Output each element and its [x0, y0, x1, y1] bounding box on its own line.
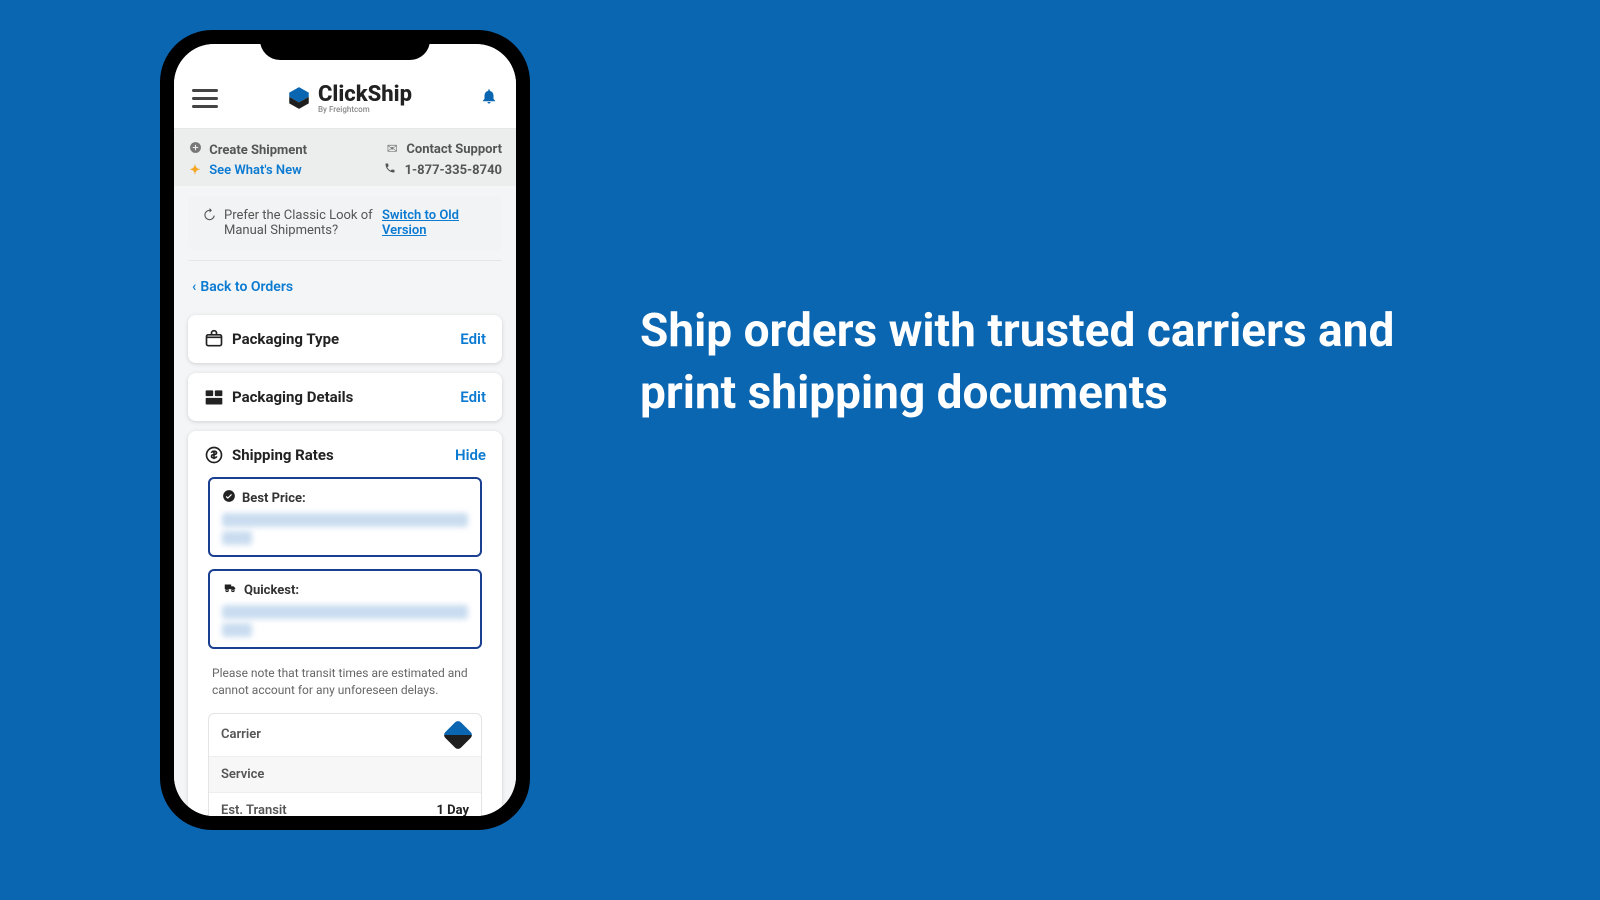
table-row: Carrier	[209, 714, 481, 757]
support-phone-number: 1-877-335-8740	[405, 163, 502, 178]
envelope-icon: ✉	[385, 142, 399, 157]
phone-frame: ClickShip By Freightcom	[160, 30, 530, 830]
check-badge-icon	[222, 489, 236, 507]
table-row: Est. Transit 1 Day	[209, 793, 481, 816]
packaging-type-title: Packaging Type	[232, 330, 339, 348]
app-header: ClickShip By Freightcom	[174, 44, 516, 129]
history-icon	[202, 208, 216, 226]
hero-headline: Ship orders with trusted carriers and pr…	[640, 300, 1400, 424]
classic-look-banner: Prefer the Classic Look of Manual Shipme…	[188, 196, 502, 250]
back-to-orders-link[interactable]: ‹ Back to Orders	[174, 265, 516, 305]
quickest-option[interactable]: Quickest:	[208, 569, 482, 649]
brand-name: ClickShip	[318, 82, 412, 107]
menu-icon[interactable]	[192, 89, 218, 108]
rate-details-table: Carrier Service Est. Transit 1 Day T	[208, 713, 482, 816]
transit-note: Please note that transit times are estim…	[204, 661, 486, 707]
service-label: Service	[221, 767, 264, 782]
chevron-left-icon: ‹	[192, 279, 196, 295]
transit-label: Est. Transit	[221, 803, 287, 816]
redacted-text	[222, 513, 468, 527]
boxes-icon	[204, 387, 224, 407]
redacted-text	[222, 605, 468, 619]
bell-icon[interactable]	[480, 86, 498, 110]
packaging-details-card: Packaging Details Edit	[188, 373, 502, 421]
redacted-text	[222, 531, 252, 545]
transit-value: 1 Day	[436, 803, 469, 816]
quickest-label: Quickest:	[244, 583, 299, 598]
packaging-details-title: Packaging Details	[232, 388, 353, 406]
best-price-option[interactable]: Best Price:	[208, 477, 482, 557]
packaging-details-edit[interactable]: Edit	[460, 388, 486, 406]
whats-new-label: See What's New	[209, 163, 301, 178]
packaging-type-edit[interactable]: Edit	[460, 330, 486, 348]
table-row: Service	[209, 757, 481, 793]
sparkle-icon: ✦	[188, 163, 202, 178]
redacted-text	[222, 623, 252, 637]
best-price-label: Best Price:	[242, 491, 306, 506]
logo-mark-icon	[286, 85, 312, 111]
whats-new-link[interactable]: ✦ See What's New	[188, 163, 302, 178]
shipping-rates-hide[interactable]: Hide	[455, 446, 486, 464]
content-scroll[interactable]: Create Shipment ✉ Contact Support ✦ See …	[174, 129, 516, 816]
packaging-type-card: Packaging Type Edit	[188, 315, 502, 363]
toolbar: Create Shipment ✉ Contact Support ✦ See …	[174, 129, 516, 186]
shipping-rates-card: Shipping Rates Hide Best Price:	[188, 431, 502, 816]
support-phone[interactable]: 1-877-335-8740	[383, 162, 502, 178]
brand-logo: ClickShip By Freightcom	[286, 82, 412, 114]
package-icon	[204, 329, 224, 349]
back-label: Back to Orders	[200, 279, 293, 295]
switch-old-version-link[interactable]: Switch to Old Version	[382, 208, 488, 238]
carrier-label: Carrier	[221, 727, 261, 742]
plus-circle-icon	[188, 141, 202, 158]
classic-prompt: Prefer the Classic Look of Manual Shipme…	[224, 208, 382, 238]
create-shipment-label: Create Shipment	[209, 143, 307, 158]
contact-support-label: Contact Support	[406, 142, 502, 157]
shipping-rates-title: Shipping Rates	[232, 446, 334, 464]
create-shipment-link[interactable]: Create Shipment	[188, 141, 307, 158]
phone-icon	[383, 162, 397, 178]
dollar-circle-icon	[204, 445, 224, 465]
contact-support-link[interactable]: ✉ Contact Support	[385, 142, 502, 157]
carrier-logo-icon	[442, 719, 473, 750]
truck-icon	[222, 581, 238, 599]
phone-screen: ClickShip By Freightcom	[174, 44, 516, 816]
divider	[188, 260, 502, 261]
